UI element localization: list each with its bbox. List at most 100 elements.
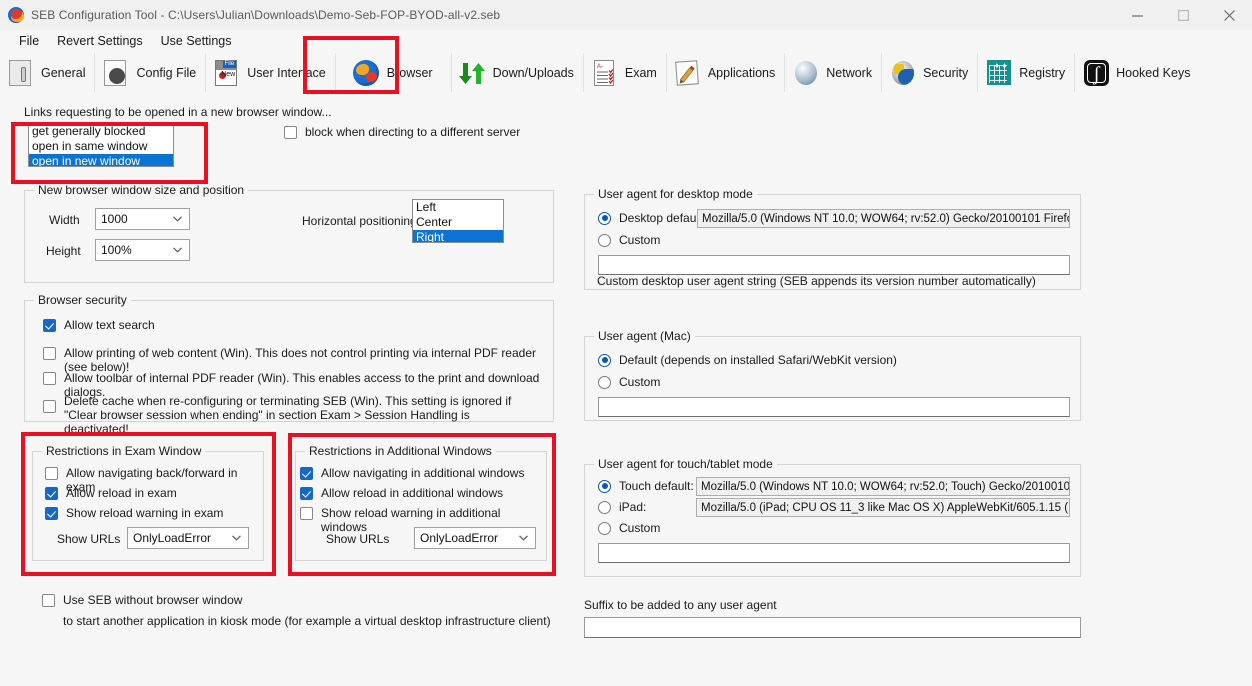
suffix-textbox[interactable] — [584, 617, 1081, 638]
checkbox-box[interactable] — [45, 507, 58, 520]
close-button[interactable] — [1206, 0, 1252, 30]
chevron-down-icon[interactable] — [173, 216, 182, 222]
toolbar-label-registry: Registry — [1019, 65, 1066, 80]
exam-show-urls-label: Show URLs — [57, 532, 121, 546]
browser-security-groupbox: Browser security Allow text search Allow… — [24, 293, 554, 436]
checkbox-box[interactable] — [43, 319, 56, 332]
checkbox-box[interactable] — [42, 594, 55, 607]
listbox-option-selected[interactable]: Right — [413, 230, 503, 242]
toolbar-label-exam: Exam — [624, 65, 657, 80]
exam-show-urls-combobox[interactable]: OnlyLoadError — [127, 527, 249, 549]
listbox-option-selected[interactable]: open in new window — [29, 154, 173, 166]
checkbox-box[interactable] — [43, 372, 56, 385]
height-label: Height — [46, 244, 81, 258]
toolbar-tab-general[interactable]: General — [0, 53, 96, 92]
links-label: Links requesting to be opened in a new b… — [24, 105, 332, 119]
toolbar-tab-security[interactable]: Security — [882, 53, 979, 92]
radio-circle[interactable] — [598, 353, 611, 367]
menu-use-settings[interactable]: Use Settings — [152, 32, 241, 50]
toolbar-tab-browser[interactable]: Browser — [336, 53, 452, 92]
checkbox-box[interactable] — [45, 487, 58, 500]
touch-custom-radio[interactable]: Custom — [598, 521, 660, 535]
additional-show-urls-label: Show URLs — [326, 532, 390, 546]
checkbox-box[interactable] — [300, 467, 313, 480]
toolbar-tab-down-uploads[interactable]: Down/Uploads — [452, 53, 584, 92]
radio-label: Custom — [619, 233, 661, 247]
desktop-custom-radio[interactable]: Custom — [598, 233, 660, 247]
horizontal-positioning-listbox[interactable]: Left Center Right — [412, 199, 504, 243]
radio-label: iPad: — [619, 500, 647, 514]
allow-printing-checkbox[interactable]: Allow printing of web content (Win). Thi… — [43, 346, 543, 374]
radio-circle[interactable] — [598, 375, 611, 389]
section-toolbar: General Config File File New User Interf… — [0, 52, 1252, 94]
desktop-default-radio[interactable]: Desktop default: — [598, 211, 706, 225]
listbox-option[interactable]: open in same window — [29, 139, 173, 154]
listbox-option[interactable]: get generally blocked — [29, 124, 173, 139]
mac-custom-textbox[interactable] — [598, 397, 1070, 417]
touch-default-radio[interactable]: Touch default: — [598, 479, 694, 493]
radio-circle[interactable] — [598, 211, 611, 225]
radio-label: Custom — [619, 375, 661, 389]
user-interface-icon: File New — [212, 59, 240, 87]
menu-bar: File Revert Settings Use Settings — [0, 30, 1252, 52]
checkbox-box[interactable] — [43, 347, 56, 360]
checkbox-label: Allow navigating in additional windows — [321, 466, 525, 480]
horizontal-positioning-label: Horizontal positioning — [302, 214, 417, 228]
minimize-button[interactable] — [1114, 0, 1160, 30]
allow-navigating-additional-checkbox[interactable]: Allow navigating in additional windows — [300, 466, 524, 480]
checkbox-box[interactable] — [300, 507, 313, 520]
desktop-custom-textbox[interactable] — [598, 255, 1070, 275]
allow-text-search-checkbox[interactable]: Allow text search — [43, 318, 155, 332]
ipad-radio[interactable]: iPad: — [598, 500, 646, 514]
suffix-label: Suffix to be added to any user agent — [584, 598, 777, 612]
checkbox-label: Allow reload in additional windows — [321, 486, 504, 500]
radio-label: Desktop default: — [619, 211, 706, 225]
checkbox-box[interactable] — [45, 467, 58, 480]
allow-reload-exam-checkbox[interactable]: Allow reload in exam — [45, 486, 177, 500]
exam-sheet-icon: A- — [590, 59, 618, 87]
chevron-down-icon[interactable] — [519, 535, 528, 541]
menu-revert-settings[interactable]: Revert Settings — [48, 32, 151, 50]
menu-file[interactable]: File — [10, 32, 48, 50]
groupbox-title: Restrictions in Additional Windows — [305, 444, 496, 458]
toolbar-tab-applications[interactable]: Applications — [667, 53, 786, 92]
checkbox-box[interactable] — [284, 126, 297, 139]
toolbar-tab-user-interface[interactable]: File New User Interface — [206, 53, 336, 92]
touch-default-value: Mozilla/5.0 (Windows NT 10.0; WOW64; rv:… — [701, 480, 1070, 493]
listbox-option[interactable]: Left — [413, 200, 503, 215]
toolbar-tab-config-file[interactable]: Config File — [95, 53, 207, 92]
toolbar-tab-exam[interactable]: A- Exam — [584, 53, 667, 92]
toolbar-label-browser: Browser — [386, 65, 433, 80]
toolbar-tab-network[interactable]: Network — [785, 53, 883, 92]
desktop-custom-hint: Custom desktop user agent string (SEB ap… — [597, 274, 1036, 288]
mac-default-radio[interactable]: Default (depends on installed Safari/Web… — [598, 353, 897, 367]
touch-custom-textbox[interactable] — [598, 543, 1070, 563]
general-icon — [6, 59, 34, 87]
listbox-option[interactable]: Center — [413, 215, 503, 230]
chevron-down-icon[interactable] — [173, 247, 182, 253]
toolbar-tab-hooked-keys[interactable]: ʃ Hooked Keys — [1075, 53, 1199, 92]
maximize-button[interactable] — [1160, 0, 1206, 30]
links-listbox[interactable]: get generally blocked open in same windo… — [28, 123, 174, 167]
additional-show-urls-combobox[interactable]: OnlyLoadError — [414, 527, 536, 549]
checkbox-box[interactable] — [300, 487, 313, 500]
checkbox-box[interactable] — [43, 400, 56, 413]
radio-circle[interactable] — [598, 521, 611, 535]
ipad-textbox: Mozilla/5.0 (iPad; CPU OS 11_3 like Mac … — [696, 498, 1070, 517]
network-globe-icon — [791, 59, 819, 87]
block-different-server-checkbox[interactable]: block when directing to a different serv… — [284, 125, 520, 139]
mac-custom-radio[interactable]: Custom — [598, 375, 660, 389]
checkbox-label: Show reload warning in exam — [66, 506, 224, 520]
chevron-down-icon[interactable] — [232, 535, 241, 541]
radio-circle[interactable] — [598, 233, 611, 247]
use-seb-without-browser-checkbox[interactable]: Use SEB without browser window — [42, 593, 242, 607]
radio-circle[interactable] — [598, 500, 611, 514]
height-combobox[interactable]: 100% — [95, 239, 190, 261]
delete-cache-checkbox[interactable]: Delete cache when re-configuring or term… — [43, 394, 533, 436]
allow-reload-additional-checkbox[interactable]: Allow reload in additional windows — [300, 486, 503, 500]
toolbar-tab-registry[interactable]: ✦✦ Registry — [978, 53, 1076, 92]
window-controls — [1114, 0, 1252, 30]
show-reload-warning-exam-checkbox[interactable]: Show reload warning in exam — [45, 506, 223, 520]
radio-circle[interactable] — [598, 479, 611, 493]
width-combobox[interactable]: 1000 — [95, 208, 190, 230]
